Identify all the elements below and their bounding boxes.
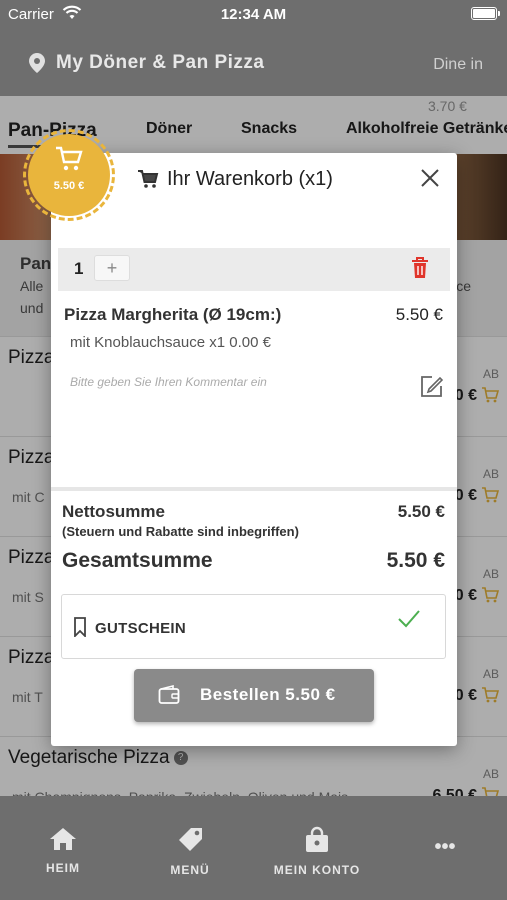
order-button[interactable]: Bestellen 5.50 €	[134, 669, 374, 722]
comment-input[interactable]	[70, 375, 380, 389]
cart-item-quantity-bar: 1 +	[58, 248, 450, 291]
shopping-bag-icon	[306, 826, 328, 852]
clock: 12:34 AM	[220, 6, 287, 23]
increase-quantity-button[interactable]: +	[94, 255, 130, 281]
net-total-value: 5.50 €	[397, 502, 445, 521]
cart-item-name: Pizza Margherita (Ø 19cm:)	[64, 305, 282, 324]
order-button-label: Bestellen 5.50 €	[200, 685, 336, 704]
tab-label: MEIN KONTO	[273, 863, 361, 877]
tab-label: HEIM	[46, 861, 80, 875]
item-quantity: 1	[74, 259, 84, 278]
cart-badge-amount: 5.50 €	[53, 180, 85, 192]
bottom-tab-bar: HEIM MENÜ MEIN KONTO •••	[0, 796, 507, 900]
status-bar: Carrier 12:34 AM	[0, 0, 507, 30]
home-icon	[50, 828, 76, 850]
grand-total-value: 5.50 €	[386, 549, 445, 572]
cart-modal: Ihr Warenkorb (x1) 1 + Pizza Margherita …	[51, 153, 457, 746]
battery-icon	[471, 7, 500, 20]
more-icon: •••	[434, 836, 456, 858]
tab-more[interactable]: •••	[390, 832, 500, 859]
net-total-label: Nettosumme	[62, 502, 165, 521]
cart-icon	[138, 170, 159, 188]
wallet-icon	[158, 685, 180, 704]
check-icon	[398, 610, 420, 628]
order-mode[interactable]: Dine in	[433, 56, 483, 74]
cart-item-extra: mit Knoblauchsauce x1 0.00 €	[70, 334, 271, 351]
voucher-label: GUTSCHEIN	[95, 620, 187, 637]
restaurant-name: My Döner & Pan Pizza	[56, 52, 265, 73]
divider	[51, 487, 457, 491]
edit-icon[interactable]	[419, 373, 445, 399]
bookmark-icon	[74, 617, 86, 637]
tab-menue[interactable]: MENÜ	[135, 826, 245, 877]
cart-title: Ihr Warenkorb (x1)	[167, 168, 333, 190]
cart-icon	[56, 146, 83, 171]
tab-mein-konto[interactable]: MEIN KONTO	[262, 826, 372, 877]
close-icon[interactable]	[419, 167, 441, 189]
tab-label: MENÜ	[170, 863, 210, 877]
tax-note: (Steuern und Rabatte sind inbegriffen)	[62, 524, 299, 539]
voucher-button[interactable]: GUTSCHEIN	[61, 594, 446, 659]
delete-icon[interactable]	[410, 256, 430, 280]
cart-item-price: 5.50 €	[395, 305, 443, 324]
grand-total-label: Gesamtsumme	[62, 549, 213, 572]
cart-badge[interactable]: 5.50 €	[23, 129, 115, 221]
location-pin-icon	[29, 53, 45, 73]
app-header: My Döner & Pan Pizza Dine in	[0, 30, 507, 96]
tag-icon	[179, 828, 202, 851]
tab-heim[interactable]: HEIM	[8, 826, 118, 875]
